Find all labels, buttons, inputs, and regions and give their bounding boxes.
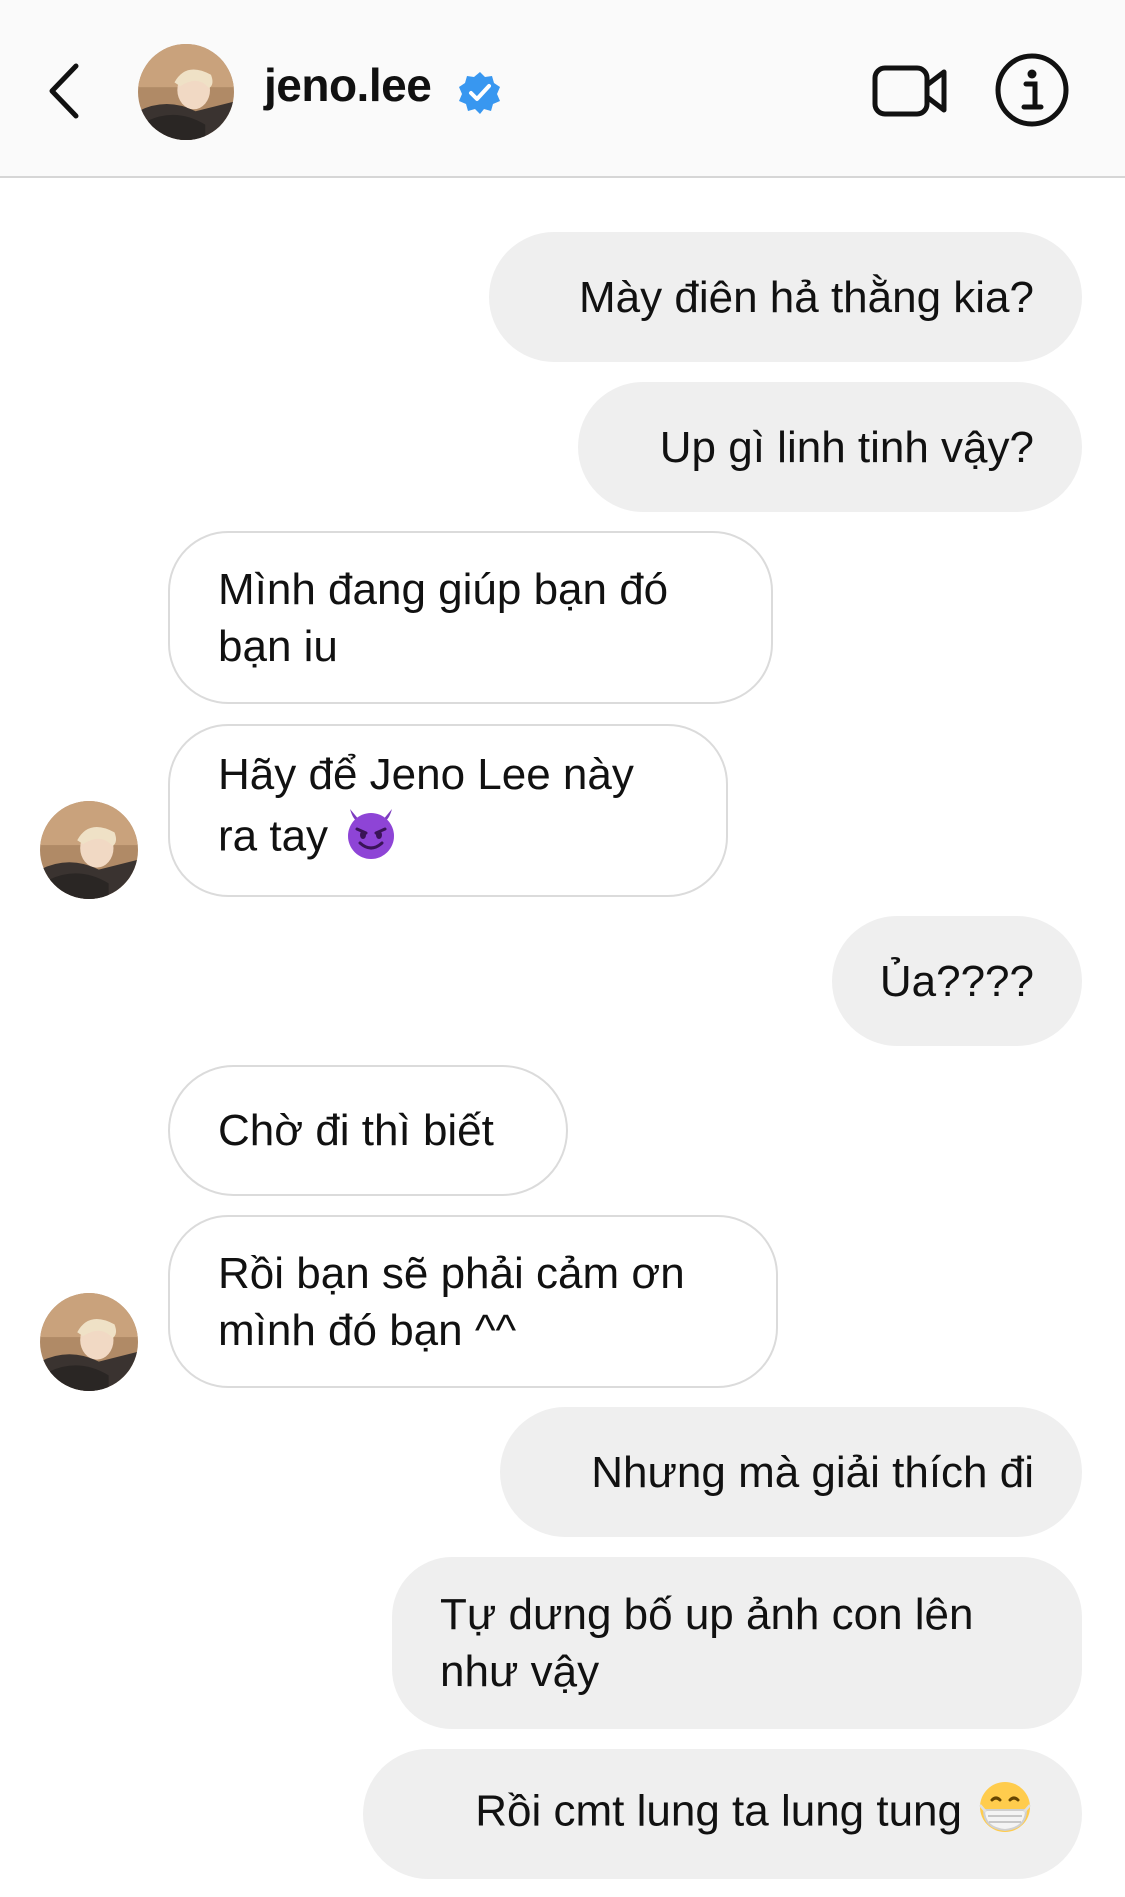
message-sent[interactable]: Mày điên hả thằng kia? [489, 232, 1082, 362]
chevron-left-icon [49, 63, 79, 119]
message-text: Ủa???? [879, 956, 1034, 1006]
message-sent[interactable]: Tự dưng bố up ảnh con lên như vậy [392, 1557, 1082, 1729]
message-text: Mình đang giúp bạn đó bạn iu [218, 564, 669, 671]
message-sent[interactable]: Rồi cmt lung ta lung tung [363, 1749, 1082, 1879]
message-received[interactable]: Rồi bạn sẽ phải cảm ơn mình đó bạn ^^ [168, 1215, 778, 1388]
medical-mask-emoji [976, 1778, 1034, 1850]
message-sent[interactable]: Ủa???? [832, 916, 1082, 1046]
message-text: Rồi cmt lung ta lung tung [475, 1778, 1034, 1850]
message-text: Up gì linh tinh vậy? [659, 422, 1034, 472]
back-button[interactable] [40, 56, 100, 126]
smiling-devil-emoji [342, 803, 400, 875]
message-text: Tự dưng bố up ảnh con lên như vậy [440, 1590, 974, 1696]
video-camera-icon [872, 65, 947, 117]
message-text: Mày điên hả thằng kia? [579, 272, 1034, 322]
username[interactable]: jeno.lee [264, 58, 432, 112]
message-received[interactable]: Chờ đi thì biết [168, 1065, 568, 1196]
message-sent[interactable]: Nhưng mà giải thích đi [500, 1407, 1082, 1537]
info-button[interactable] [994, 52, 1070, 128]
avatar[interactable] [40, 801, 138, 899]
message-text: Rồi bạn sẽ phải cảm ơn mình đó bạn ^^ [218, 1248, 685, 1355]
avatar[interactable] [40, 1293, 138, 1391]
avatar[interactable] [138, 44, 234, 140]
verified-badge-icon [458, 70, 502, 114]
chat-header: jeno.lee [0, 0, 1125, 178]
info-icon [995, 53, 1069, 127]
message-text: Nhưng mà giải thích đi [591, 1447, 1034, 1497]
message-received[interactable]: Hãy để Jeno Lee này ra tay [168, 724, 728, 897]
video-call-button[interactable] [872, 62, 948, 120]
message-text: Hãy để Jeno Lee này ra tay [218, 746, 678, 875]
message-received[interactable]: Mình đang giúp bạn đó bạn iu [168, 531, 773, 704]
message-sent[interactable]: Up gì linh tinh vậy? [578, 382, 1082, 512]
message-text: Chờ đi thì biết [218, 1106, 494, 1155]
